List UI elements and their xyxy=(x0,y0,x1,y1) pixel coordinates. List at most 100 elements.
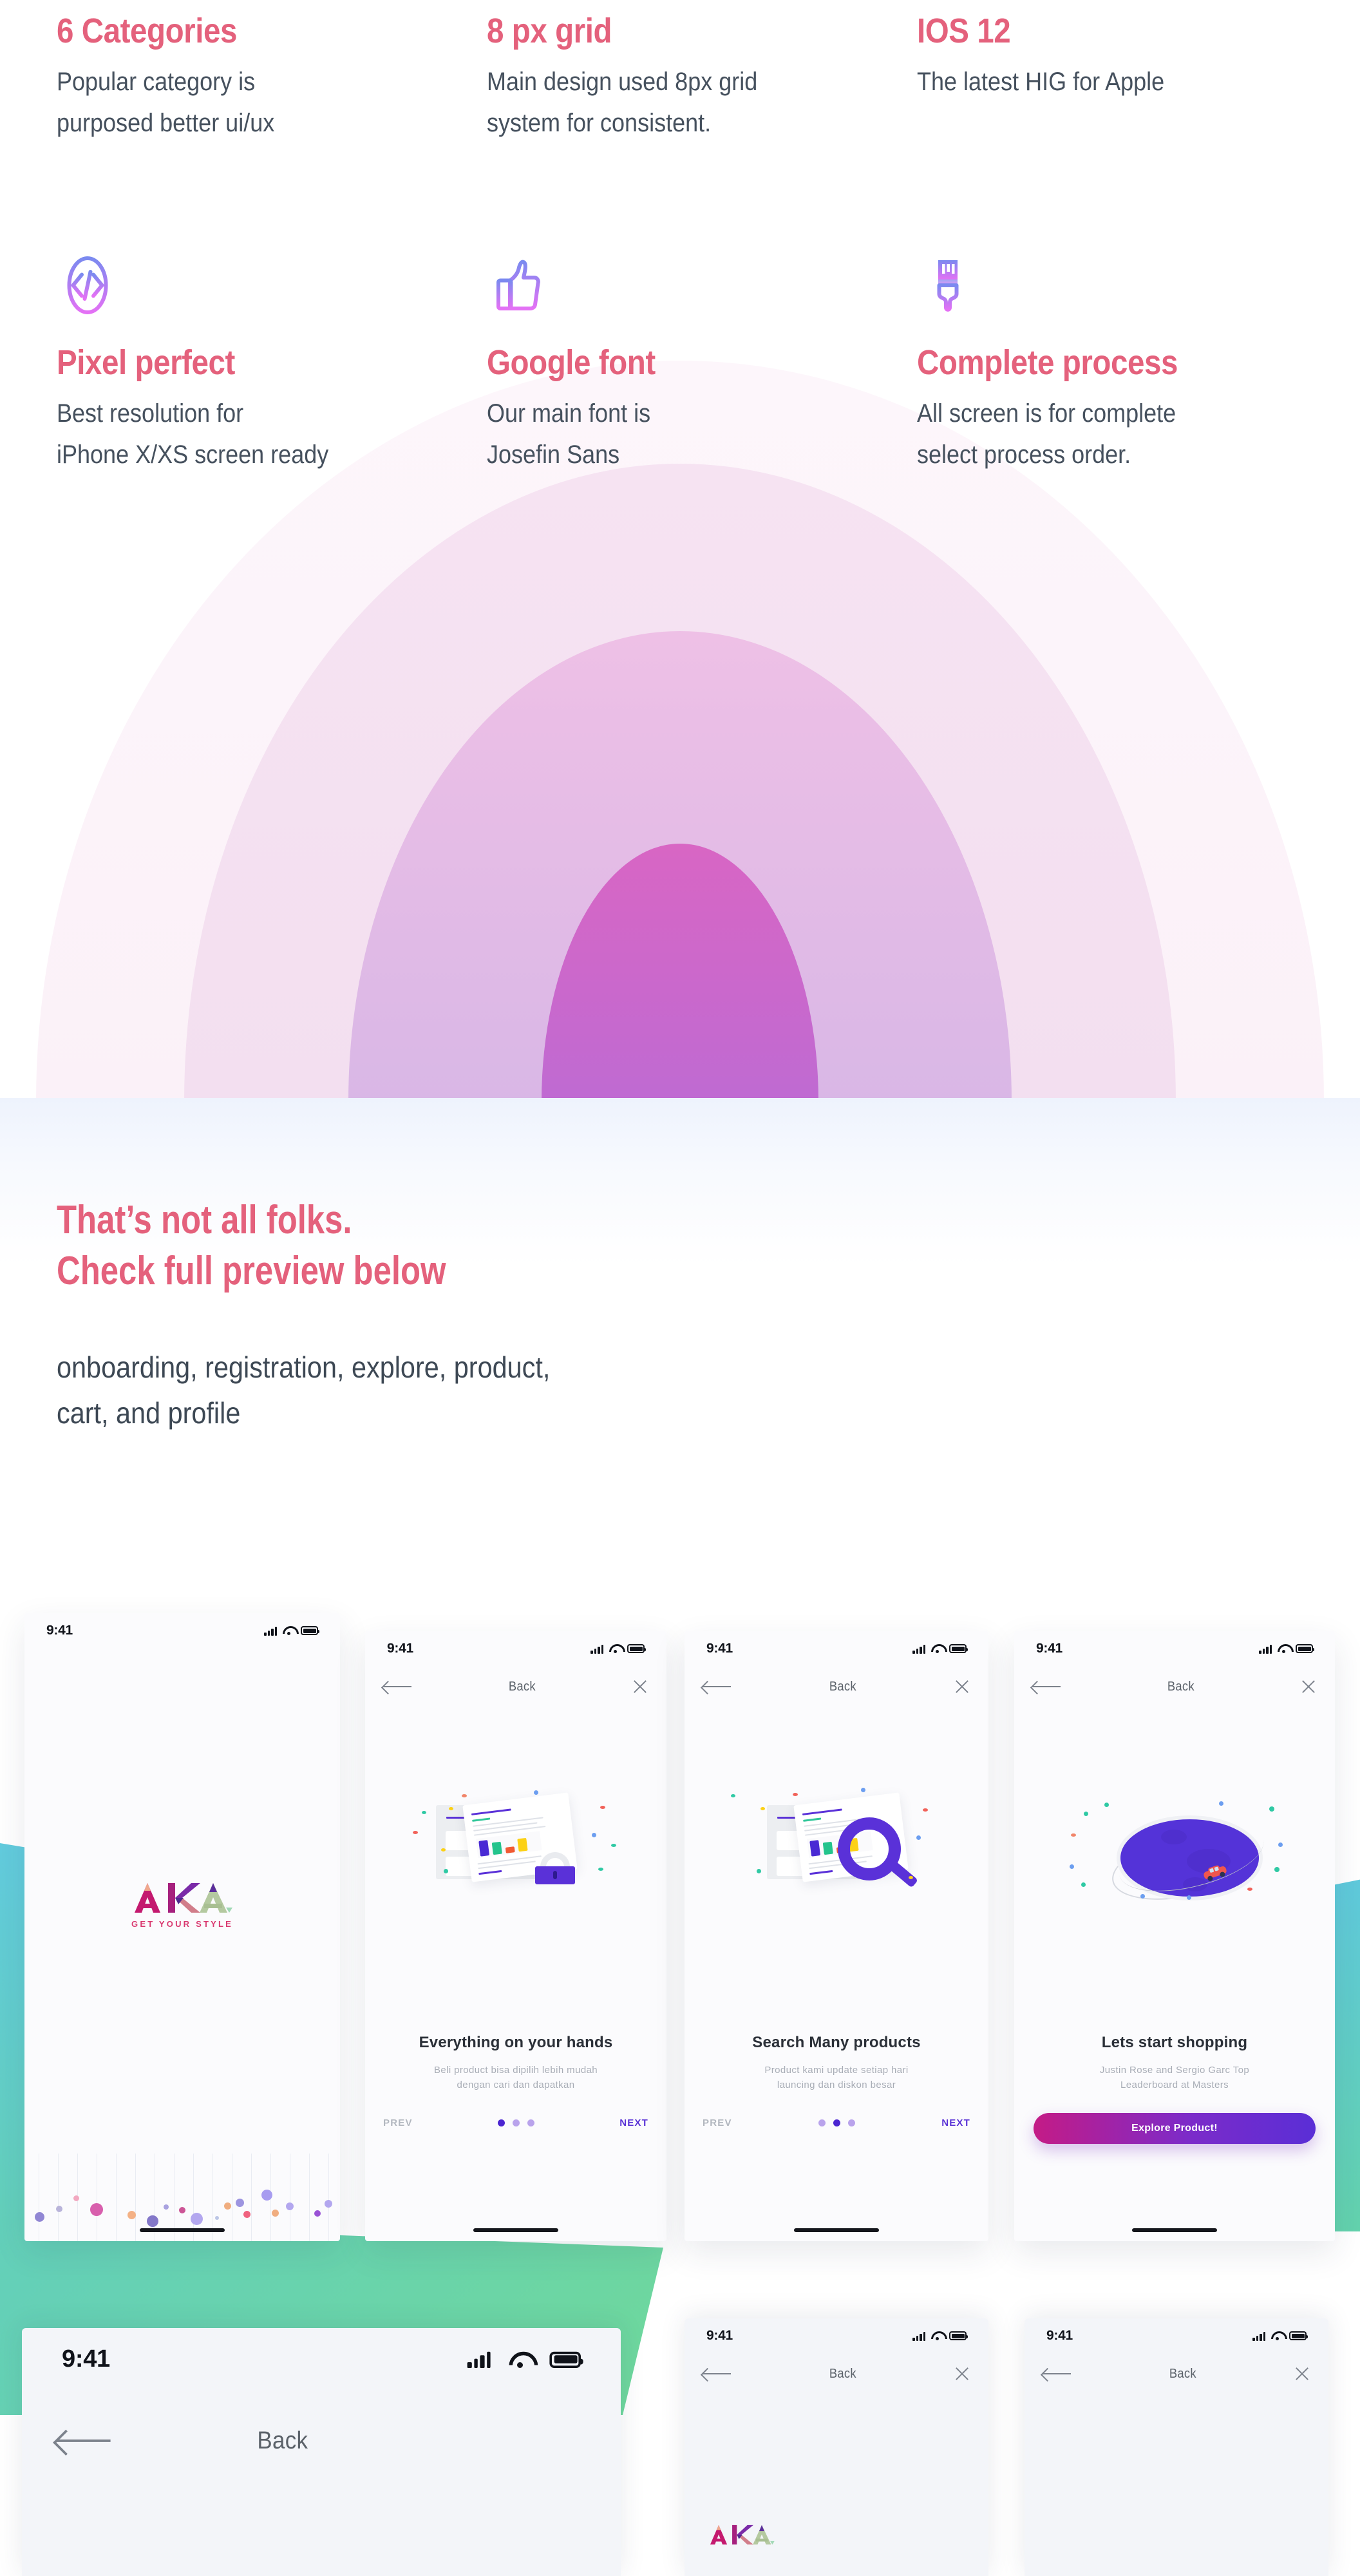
nav-bar: Back xyxy=(685,2354,988,2393)
status-bar: 9:41 xyxy=(365,1631,666,1666)
feature-card-ios: IOS 12 The latest HIG for Apple xyxy=(917,13,1316,102)
onboarding-footer: PREV NEXT xyxy=(383,2117,648,2128)
status-bar: 9:41 xyxy=(1025,2318,1328,2353)
signal-icon xyxy=(912,2331,925,2341)
feature-body: Best resolution for iPhone X/XS screen r… xyxy=(57,393,459,477)
status-time: 9:41 xyxy=(706,1641,733,1656)
close-icon[interactable] xyxy=(1300,1678,1317,1695)
feature-body: All screen is for complete select proces… xyxy=(917,393,1319,477)
headline-subtext-line: cart, and profile xyxy=(57,1396,241,1430)
status-icons xyxy=(467,2351,583,2368)
home-indicator xyxy=(794,2228,879,2232)
wifi-icon xyxy=(1271,2331,1283,2340)
status-bar: 9:41 xyxy=(1014,1631,1335,1666)
illustration-planet-car xyxy=(1014,1801,1335,1985)
dot-2[interactable] xyxy=(512,2119,520,2126)
signal-icon xyxy=(1252,2331,1265,2341)
illustration-document-magnifier xyxy=(685,1788,988,1973)
onboarding-title: Lets start shopping xyxy=(1101,2034,1248,2051)
status-icons xyxy=(264,1626,319,1636)
status-time: 9:41 xyxy=(62,2345,110,2372)
pagination-dots[interactable] xyxy=(497,2119,534,2126)
onboarding-subtitle-line: dengan cari dan dapatkan xyxy=(457,2079,575,2091)
dot-1[interactable] xyxy=(497,2119,505,2126)
battery-icon xyxy=(627,1644,646,1653)
back-arrow-icon[interactable] xyxy=(57,2427,113,2454)
close-icon[interactable] xyxy=(1294,2365,1310,2382)
code-icon xyxy=(67,256,108,314)
car-icon xyxy=(1204,1865,1227,1881)
signal-icon xyxy=(264,1626,277,1636)
thumbs-up-icon xyxy=(496,260,540,310)
onboarding-subtitle-line: Beli product bisa dipilih lebih mudah xyxy=(433,2065,598,2076)
prev-button[interactable]: PREV xyxy=(703,2117,732,2128)
app-logo: GET YOUR STYLE xyxy=(24,1880,340,1929)
battery-icon xyxy=(549,2351,583,2367)
feature-title: 6 Categories xyxy=(57,12,237,50)
battery-icon xyxy=(301,1626,319,1635)
status-icons xyxy=(912,1644,968,1654)
headline-subtext: onboarding, registration, explore, produ… xyxy=(57,1345,1057,1437)
back-arrow-icon[interactable] xyxy=(1032,1680,1062,1694)
back-arrow-icon[interactable] xyxy=(703,2367,732,2381)
wifi-icon xyxy=(931,1644,943,1653)
status-time: 9:41 xyxy=(46,1623,73,1638)
aka-logo-icon xyxy=(135,1883,232,1913)
next-button[interactable]: NEXT xyxy=(619,2117,648,2128)
dot-1[interactable] xyxy=(818,2119,826,2126)
onboarding-subtitle: Beli product bisa dipilih lebih mudah de… xyxy=(379,2063,652,2093)
wifi-icon xyxy=(283,1626,295,1635)
close-icon[interactable] xyxy=(954,2365,970,2382)
onboarding-subtitle-line: Product kami update setiap hari xyxy=(764,2065,909,2076)
feature-card-pixel-perfect: Pixel perfect Best resolution for iPhone… xyxy=(57,254,456,476)
feature-body-line: Best resolution for xyxy=(57,399,244,428)
prev-button[interactable]: PREV xyxy=(383,2117,413,2128)
illustration-document-chart-lock xyxy=(365,1790,666,1973)
phone-mockup-start-shopping: 9:41 Back Lets start shopping Justin Ros… xyxy=(1014,1631,1335,2241)
dot-3[interactable] xyxy=(527,2119,534,2126)
status-bar: 9:41 xyxy=(685,2318,988,2353)
status-time: 9:41 xyxy=(706,2328,733,2343)
preview-headline-block: That’s not all folks. Check full preview… xyxy=(57,1195,1023,1436)
phone-mockup-bottom-large: 9:41 Back xyxy=(22,2328,621,2576)
status-bar: 9:41 xyxy=(22,2328,621,2390)
next-button[interactable]: NEXT xyxy=(941,2117,970,2128)
pagination-dots[interactable] xyxy=(818,2119,855,2126)
status-time: 9:41 xyxy=(387,1641,413,1656)
nav-title: Back xyxy=(829,2366,857,2381)
back-arrow-icon[interactable] xyxy=(703,1680,732,1694)
onboarding-subtitle-line: Justin Rose and Sergio Garc Top xyxy=(1099,2065,1250,2076)
dot-2[interactable] xyxy=(833,2119,840,2126)
feature-body: The latest HIG for Apple xyxy=(917,61,1319,103)
feature-body-line: system for consistent. xyxy=(487,109,712,138)
feature-body-line: iPhone X/XS screen ready xyxy=(57,440,329,469)
nav-title: Back xyxy=(829,1679,857,1694)
status-icons xyxy=(1259,1644,1314,1654)
onboarding-title: Search Many products xyxy=(752,2034,921,2051)
feature-card-google-font: Google font Our main font is Josefin San… xyxy=(487,254,886,476)
nav-bar: Back xyxy=(1025,2354,1328,2393)
app-logo-tagline: GET YOUR STYLE xyxy=(131,1919,233,1929)
feature-card-complete-process: Complete process All screen is for compl… xyxy=(917,254,1316,476)
onboarding-subtitle: Product kami update setiap hari launcing… xyxy=(699,2063,974,2093)
feature-title: IOS 12 xyxy=(917,12,1011,50)
wifi-icon xyxy=(609,1644,621,1653)
back-arrow-icon[interactable] xyxy=(1043,2367,1072,2381)
feature-body-line: The latest HIG for Apple xyxy=(917,67,1165,96)
feature-body-line: Josefin Sans xyxy=(487,440,620,469)
phone-mockup-onboarding-1: 9:41 Back Everything on your hands Beli … xyxy=(365,1631,666,2241)
nav-bar: Back xyxy=(685,1667,988,1706)
feature-grid: 6 Categories Popular category is purpose… xyxy=(0,0,1360,528)
back-arrow-icon[interactable] xyxy=(383,1680,413,1694)
dot-3[interactable] xyxy=(847,2119,855,2126)
phone-mockup-bottom-blank: 9:41 Back xyxy=(1025,2318,1328,2576)
nav-bar: Back xyxy=(1014,1667,1335,1706)
explore-product-button[interactable]: Explore Product! xyxy=(1034,2113,1316,2144)
battery-icon xyxy=(1296,1644,1314,1653)
headline-line-2: Check full preview below xyxy=(57,1249,446,1294)
status-icons xyxy=(912,2331,968,2341)
aka-logo-icon xyxy=(710,2524,775,2545)
close-icon[interactable] xyxy=(632,1678,648,1695)
phone-mockup-splash: 9:41 GET YOUR STYLE xyxy=(24,1613,340,2241)
close-icon[interactable] xyxy=(954,1678,970,1695)
